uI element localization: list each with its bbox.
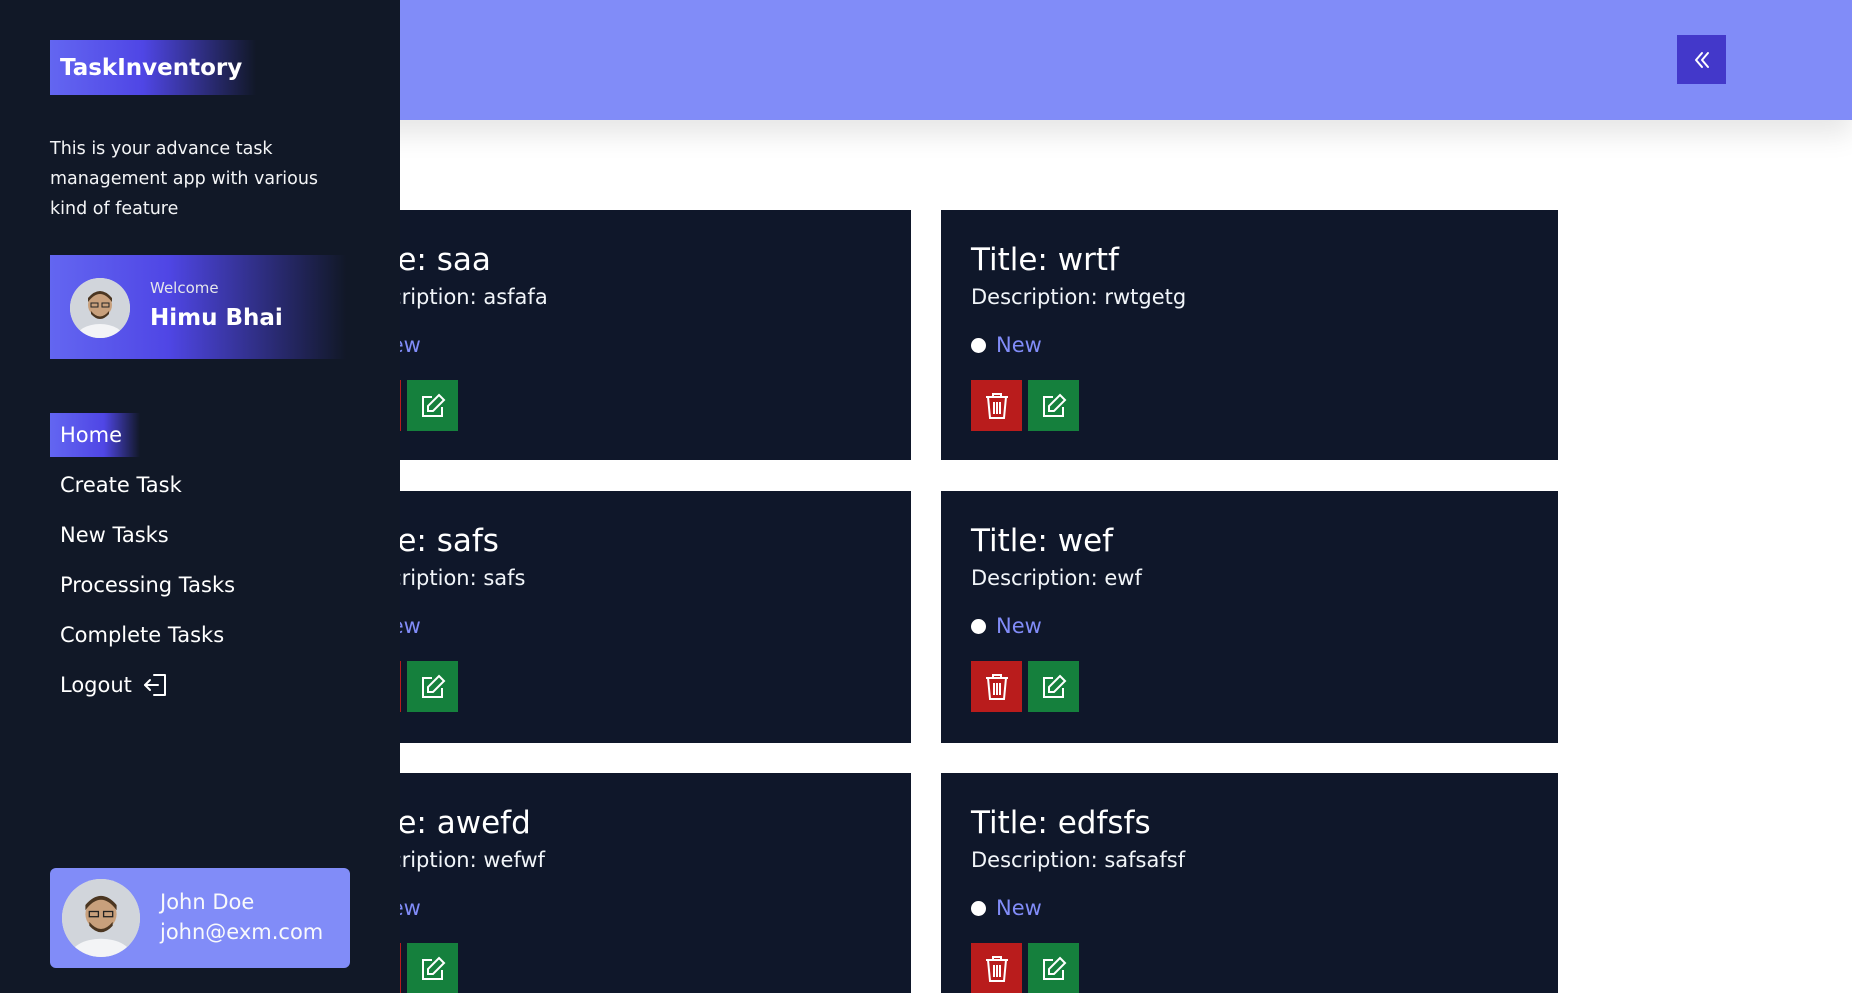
task-status: New [971,331,1042,359]
status-dot [971,618,986,634]
nav-item-label: Processing Tasks [60,573,236,597]
trash-icon [985,392,1008,419]
edit-task-button[interactable] [407,661,458,712]
task-status: New [971,894,1042,922]
nav-item-complete-tasks[interactable]: Complete Tasks [50,613,234,657]
sidebar: TaskInventory This is your advance task … [0,0,400,993]
edit-icon [421,674,445,698]
user-avatar-icon [70,278,130,338]
task-card: Title: wrtf Description: rwtgetg New [941,210,1558,460]
user-profile-card[interactable]: John Doe john@exm.com [50,868,350,968]
edit-task-button[interactable] [1028,943,1079,993]
app-tagline: This is your advance task management app… [50,139,319,219]
user-email: john@exm.com [160,920,324,944]
logout-icon [143,674,166,696]
nav-item-label: Home [60,423,123,447]
edit-icon [1042,393,1066,417]
trash-icon [985,955,1008,982]
task-status: New [971,612,1042,640]
nav-item-logout[interactable]: Logout [50,663,178,707]
edit-icon [421,393,445,417]
task-description: Description: rwtgetg [971,285,1187,309]
edit-task-button[interactable] [407,943,458,993]
nav-item-label: Logout [60,673,132,697]
nav-item-processing-tasks[interactable]: Processing Tasks [50,563,245,607]
double-chevron-left-icon [1694,51,1709,68]
task-description: Description: safsafsf [971,848,1186,872]
delete-task-button[interactable] [971,943,1022,993]
delete-task-button[interactable] [971,661,1022,712]
task-card: Title: safs Description: safs New [320,491,911,743]
nav-item-new-tasks[interactable]: New Tasks [50,513,179,557]
status-label: New [996,333,1042,357]
task-card: Title: edfsfs Description: safsafsf New [941,773,1558,993]
delete-task-button[interactable] [971,380,1022,431]
welcome-label: Welcome [150,279,219,297]
user-avatar-icon [62,879,140,957]
edit-task-button[interactable] [407,380,458,431]
task-card: Title: wef Description: ewf New [941,491,1558,743]
edit-icon [1042,674,1066,698]
edit-task-button[interactable] [1028,380,1079,431]
edit-icon [421,956,445,980]
welcome-card: Welcome Himu Bhai [50,255,346,359]
nav-item-home[interactable]: Home [50,413,141,457]
edit-task-button[interactable] [1028,661,1079,712]
user-name: John Doe [160,890,255,914]
status-dot [971,337,986,353]
edit-icon [1042,956,1066,980]
nav-item-label: Create Task [60,473,182,497]
task-description: Description: ewf [971,566,1142,590]
status-dot [971,900,986,916]
task-card: Title: awefd Description: wefwf New [320,773,911,993]
trash-icon [985,673,1008,700]
nav-item-create-task[interactable]: Create Task [50,463,192,507]
status-label: New [996,896,1042,920]
status-label: New [996,614,1042,638]
avatar [70,278,130,338]
brand-logo[interactable]: TaskInventory [50,40,257,95]
avatar [62,879,140,957]
task-card: Title: saa Description: asfafa New [320,210,911,460]
task-title: Title: edfsfs [971,805,1151,841]
nav-item-label: New Tasks [60,523,169,547]
task-title: Title: wrtf [971,242,1119,278]
task-title: Title: wef [971,523,1114,559]
welcome-name: Himu Bhai [150,305,283,331]
nav-item-label: Complete Tasks [60,623,225,647]
collapse-sidebar-button[interactable] [1677,35,1726,84]
